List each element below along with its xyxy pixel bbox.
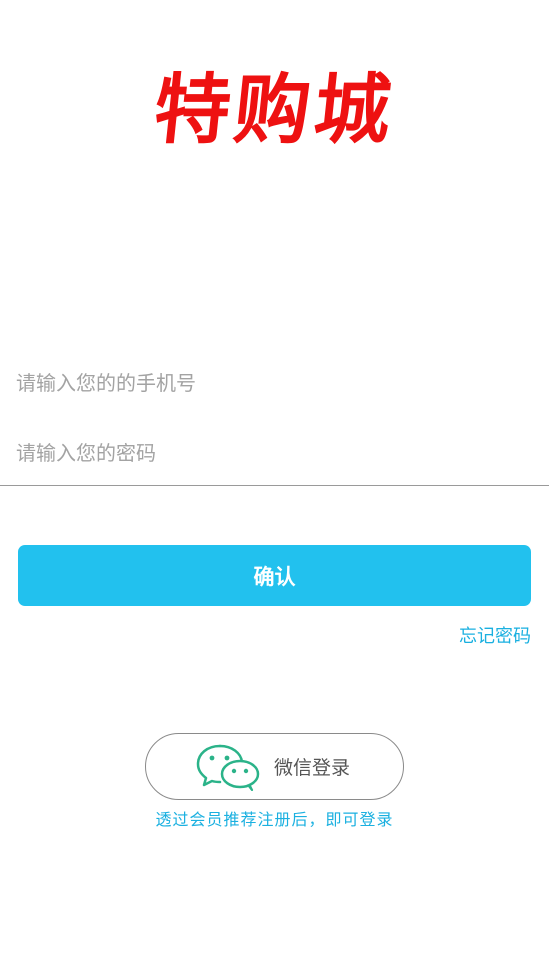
app-logo: 特购城: [149, 65, 400, 154]
confirm-button[interactable]: 确认: [18, 545, 531, 606]
form-divider: [0, 485, 549, 486]
wechat-login-button[interactable]: 微信登录: [145, 733, 404, 800]
wechat-login-hint: 透过会员推荐注册后，即可登录: [155, 810, 394, 829]
wechat-login-label: 微信登录: [274, 757, 351, 779]
password-input[interactable]: [0, 426, 549, 480]
forgot-password-link[interactable]: 忘记密码: [459, 622, 531, 648]
wechat-icon: [196, 744, 260, 791]
phone-input[interactable]: [0, 356, 549, 410]
